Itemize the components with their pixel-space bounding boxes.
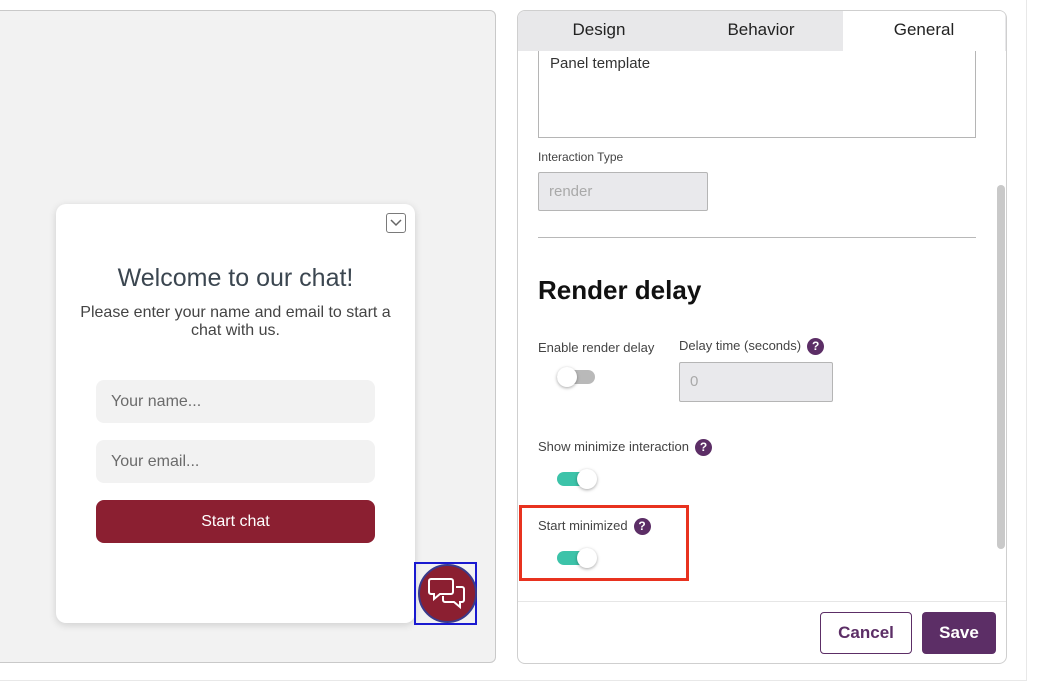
delay-time-label-row: Delay time (seconds)? [679, 338, 825, 356]
show-minimize-toggle[interactable] [557, 469, 597, 489]
start-minimized-label-row: Start minimized? [538, 518, 651, 536]
show-minimize-label: Show minimize interaction [538, 439, 690, 454]
settings-panel: Design Behavior General Panel template I… [517, 10, 1007, 664]
general-settings-content: Panel template Interaction Type render R… [518, 51, 994, 601]
enable-render-delay-label: Enable render delay [538, 340, 655, 355]
chat-welcome-card: Welcome to our chat! Please enter your n… [56, 204, 415, 623]
panel-template-textarea[interactable]: Panel template [538, 51, 976, 138]
minimize-chat-button[interactable] [386, 213, 406, 233]
interaction-type-field: render [538, 172, 708, 211]
toggle-knob [557, 367, 577, 387]
start-chat-button[interactable]: Start chat [96, 500, 375, 543]
chat-welcome-title: Welcome to our chat! [117, 264, 354, 292]
settings-footer: Cancel Save [518, 601, 1006, 663]
chevron-down-icon [390, 219, 402, 227]
settings-tabs: Design Behavior General [518, 11, 1006, 51]
start-minimized-label: Start minimized [538, 518, 628, 533]
toggle-knob [577, 469, 597, 489]
chat-launcher-button[interactable] [418, 564, 477, 623]
tab-design[interactable]: Design [518, 11, 680, 51]
toggle-knob [577, 548, 597, 568]
section-divider [538, 237, 976, 238]
interaction-type-label: Interaction Type [538, 150, 624, 164]
help-icon[interactable]: ? [695, 439, 713, 457]
page-edge-divider [1026, 0, 1027, 680]
start-minimized-highlight [519, 505, 689, 581]
tab-general[interactable]: General [843, 11, 1005, 51]
help-icon[interactable]: ? [807, 338, 825, 356]
save-button[interactable]: Save [922, 612, 996, 654]
chat-launcher-selection [414, 562, 477, 625]
help-icon[interactable]: ? [633, 518, 651, 536]
cancel-button[interactable]: Cancel [820, 612, 912, 654]
tab-behavior[interactable]: Behavior [680, 11, 842, 51]
settings-scrollbar[interactable] [997, 185, 1005, 549]
delay-time-input: 0 [679, 362, 833, 402]
panel-template-text: Panel template [550, 55, 651, 72]
chat-email-input[interactable] [96, 440, 375, 483]
chat-name-input[interactable] [96, 380, 375, 423]
chat-welcome-subtitle: Please enter your name and email to star… [80, 304, 391, 339]
page-bottom-divider [0, 680, 1027, 681]
enable-render-delay-toggle[interactable] [557, 367, 597, 387]
delay-time-label: Delay time (seconds) [679, 338, 802, 353]
show-minimize-label-row: Show minimize interaction? [538, 439, 713, 457]
chat-bubbles-icon [428, 578, 465, 610]
start-minimized-toggle[interactable] [557, 548, 597, 568]
render-delay-heading: Render delay [538, 275, 702, 305]
